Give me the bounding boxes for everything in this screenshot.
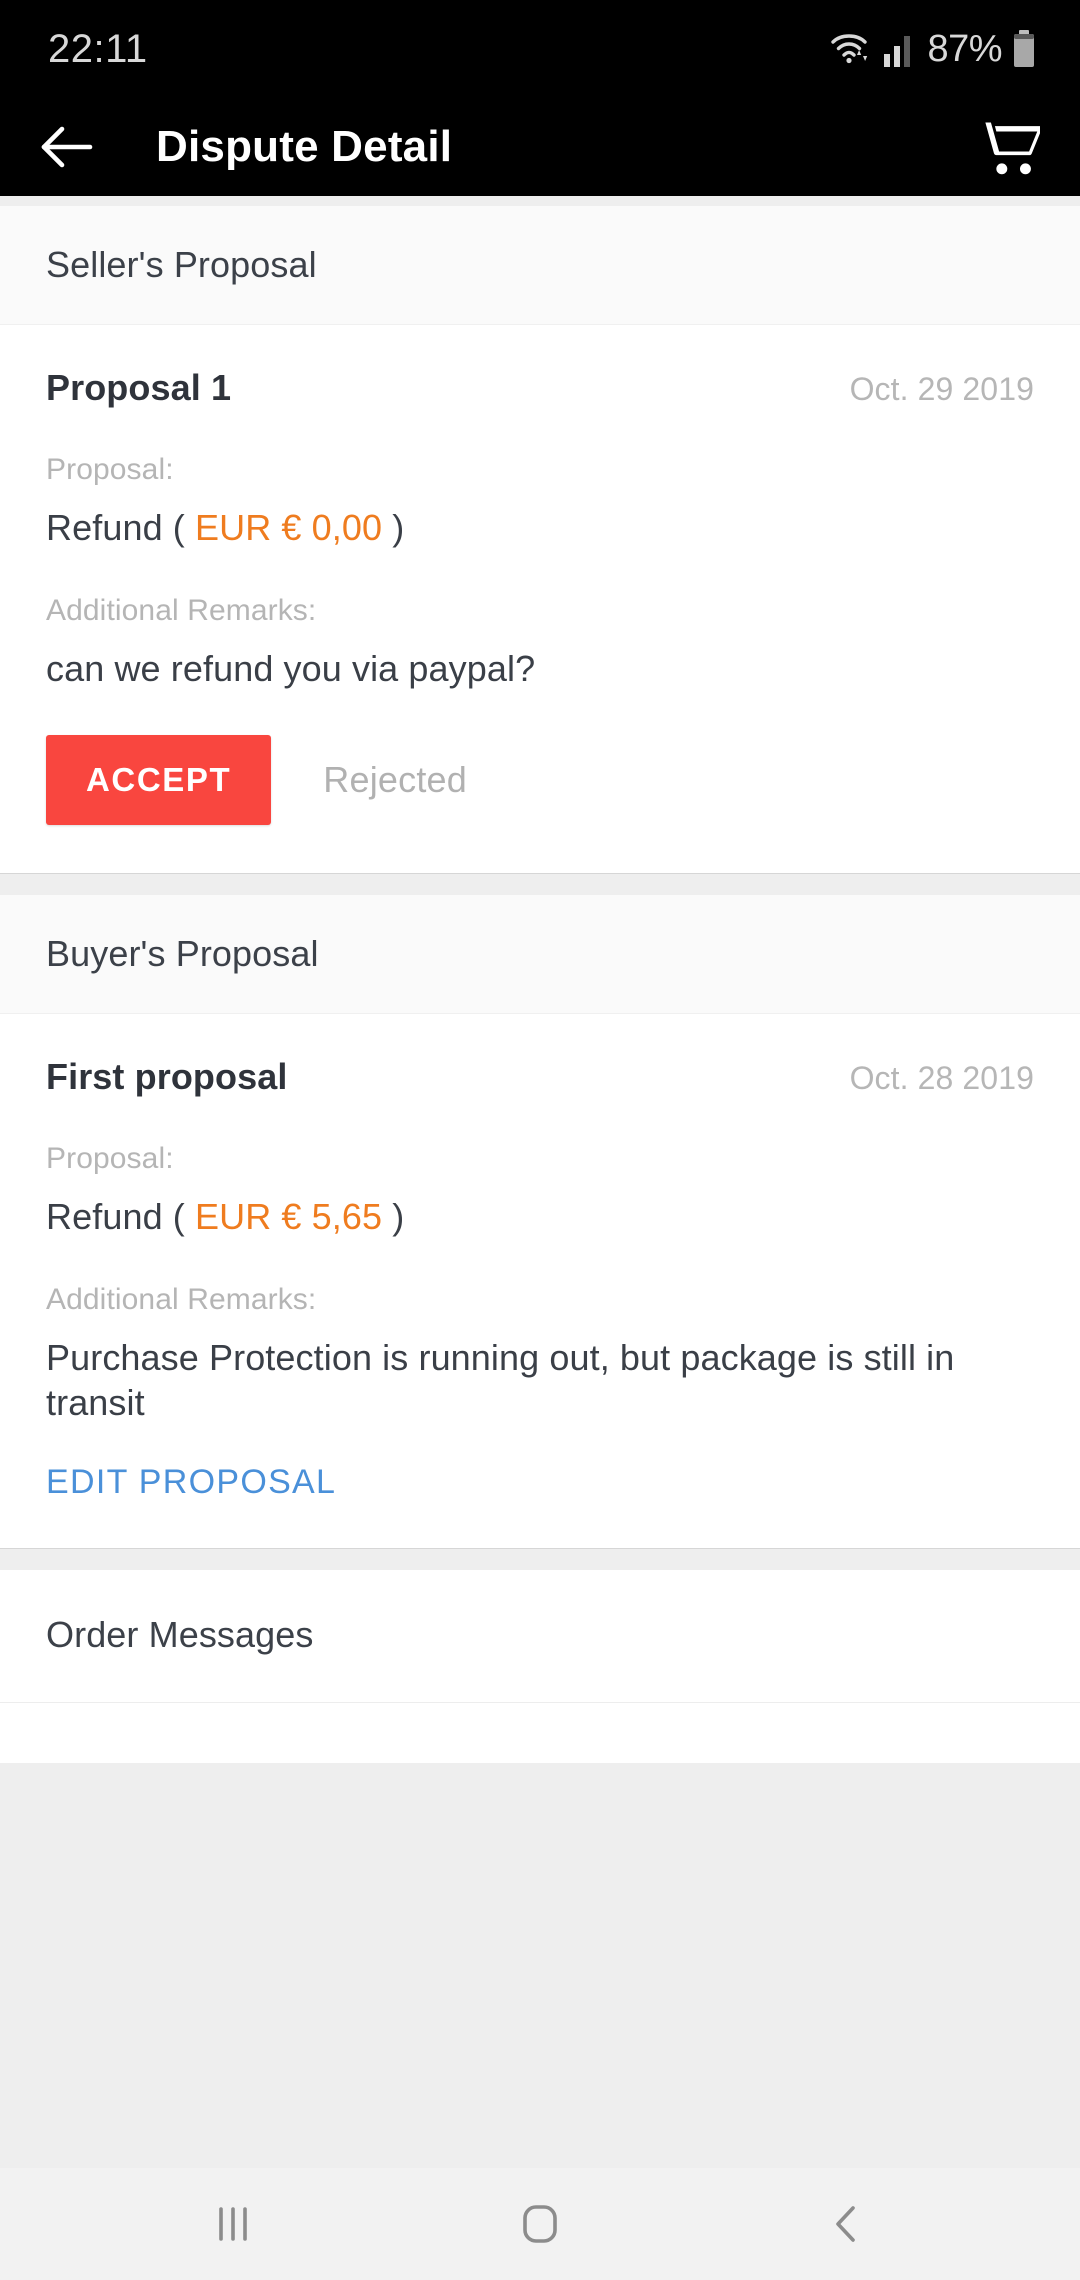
sellers-proposal-field-label: Proposal: <box>46 453 174 486</box>
sellers-refund-amount: EUR € 0,00 <box>195 507 383 548</box>
buyers-refund-prefix: Refund ( <box>46 1196 185 1237</box>
order-messages-card[interactable]: Order Messages <box>0 1570 1080 1763</box>
sellers-proposal-date: Oct. 29 2019 <box>849 371 1034 407</box>
status-bar-clock: 22:11 <box>48 26 148 71</box>
buyers-refund-suffix: ) <box>392 1196 405 1237</box>
edit-proposal-link[interactable]: EDIT PROPOSAL <box>46 1463 336 1501</box>
sellers-proposal-title: Proposal 1 <box>46 367 232 408</box>
accept-button[interactable]: ACCEPT <box>46 735 272 825</box>
back-arrow-icon[interactable] <box>38 117 98 177</box>
sellers-proposal-actions: ACCEPT Rejected <box>46 691 1034 873</box>
order-messages-tail <box>0 1703 1080 1763</box>
buyers-proposal-refund-line: Refund ( EUR € 5,65 ) <box>46 1194 1034 1239</box>
order-messages-label: Order Messages <box>46 1614 314 1655</box>
buyers-proposal-date: Oct. 28 2019 <box>849 1060 1034 1096</box>
buyers-proposal-body: First proposal Oct. 28 2019 Proposal: Re… <box>0 1014 1080 1548</box>
buyers-remarks-label: Additional Remarks: <box>46 1283 317 1316</box>
recents-icon[interactable] <box>178 2169 288 2279</box>
sellers-remarks-text: can we refund you via paypal? <box>46 648 536 689</box>
buyers-proposal-title: First proposal <box>46 1056 288 1097</box>
cellular-signal-icon <box>883 30 915 68</box>
buyers-proposal-actions: EDIT PROPOSAL <box>46 1425 1034 1548</box>
shopping-cart-icon[interactable] <box>980 117 1040 177</box>
order-messages-row[interactable]: Order Messages <box>0 1570 1080 1703</box>
back-chevron-icon[interactable] <box>792 2169 902 2279</box>
sellers-refund-prefix: Refund ( <box>46 507 185 548</box>
buyers-remarks-text: Purchase Protection is running out, but … <box>46 1337 955 1423</box>
sellers-proposal-header-label: Seller's Proposal <box>46 244 317 285</box>
status-bar-indicators: 87% <box>829 28 1036 71</box>
sellers-proposal-topline: Proposal 1 Oct. 29 2019 <box>46 367 1034 409</box>
buyers-proposal-card: Buyer's Proposal First proposal Oct. 28 … <box>0 895 1080 1548</box>
buyers-proposal-header-label: Buyer's Proposal <box>46 933 319 974</box>
sellers-remarks-label: Additional Remarks: <box>46 594 317 627</box>
status-bar: 22:11 87% <box>0 0 1080 98</box>
system-nav-bar <box>0 2168 1080 2280</box>
phone-screen: 22:11 87% Dispute Detail Seller's Propos… <box>0 0 1080 2280</box>
page-title: Dispute Detail <box>156 122 453 171</box>
buyers-proposal-header: Buyer's Proposal <box>0 895 1080 1014</box>
app-bar: Dispute Detail <box>0 98 1080 196</box>
buyers-proposal-topline: First proposal Oct. 28 2019 <box>46 1056 1034 1098</box>
buyers-refund-amount: EUR € 5,65 <box>195 1196 383 1237</box>
content-scroll-area[interactable]: Seller's Proposal Proposal 1 Oct. 29 201… <box>0 196 1080 2168</box>
wifi-icon <box>829 29 873 69</box>
sellers-proposal-refund-line: Refund ( EUR € 0,00 ) <box>46 505 1034 550</box>
section-divider-1 <box>0 873 1080 895</box>
section-divider-2 <box>0 1548 1080 1570</box>
sellers-proposal-body: Proposal 1 Oct. 29 2019 Proposal: Refund… <box>0 325 1080 873</box>
sellers-refund-suffix: ) <box>392 507 405 548</box>
sellers-proposal-header: Seller's Proposal <box>0 206 1080 325</box>
rejected-button[interactable]: Rejected <box>323 759 467 801</box>
home-icon[interactable] <box>485 2169 595 2279</box>
sellers-proposal-card: Seller's Proposal Proposal 1 Oct. 29 201… <box>0 206 1080 873</box>
battery-percent-label: 87% <box>927 27 1002 70</box>
buyers-proposal-field-label: Proposal: <box>46 1142 174 1175</box>
battery-icon <box>1012 29 1036 69</box>
